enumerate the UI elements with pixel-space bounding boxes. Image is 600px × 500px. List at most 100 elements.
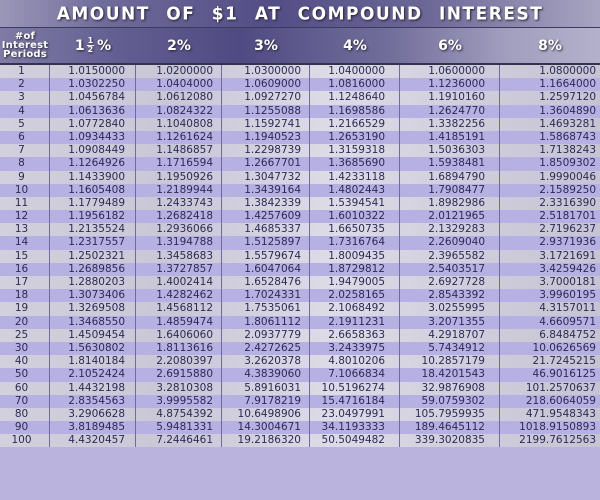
rate-8-cell: 4.3157011 xyxy=(539,302,596,315)
rate-4-cell: 7.1066834 xyxy=(310,368,400,382)
rate-8-cell: 3.1721691 xyxy=(539,249,596,262)
rate-2-cell: 2.2080397 xyxy=(136,355,222,369)
period-cell: 4 xyxy=(0,104,50,118)
rate-3-cell: 1.5125897 xyxy=(222,236,310,250)
rate-4-cell: 1.3685690 xyxy=(310,157,400,171)
rate-1-5-cell: 1.3073406 xyxy=(50,289,136,303)
table-row: 40 1.8140184 2.2080397 3.2620378 4.8010206 10… xyxy=(0,355,600,369)
rate-6-cell: 1.3382256 xyxy=(400,117,500,131)
rate-2-cell: 1.4859474 xyxy=(136,315,222,329)
rate-6-cell: 2.5403517 xyxy=(400,262,500,276)
rate-3-cell: 5.8916031 xyxy=(222,381,310,395)
rate-3-cell: 4.3839060 xyxy=(222,368,310,382)
rate-6-cell: 1.0600000 xyxy=(400,65,500,79)
rate-3-cell: 1.2298739 xyxy=(222,144,310,158)
table-row: 100 4.4320457 7.2446461 19.2186320 50.504948… xyxy=(0,434,600,448)
rate-8-cell: 1.4693281 xyxy=(539,117,596,130)
rate-3-cell: 1.7535061 xyxy=(222,302,310,316)
rate-6-cell: 1.1910160 xyxy=(400,91,500,105)
period-cell: 8 xyxy=(0,157,50,171)
rate-4-cell: 2.1911231 xyxy=(310,315,400,329)
rate-8-cell: 2.7196237 xyxy=(539,223,596,236)
rate-6-cell: 1.6894790 xyxy=(400,170,500,184)
rate-4-cell: 1.8009435 xyxy=(310,249,400,263)
rate-6-cell: 5.7434912 xyxy=(400,341,500,356)
rate-3-cell: 1.1940523 xyxy=(222,130,310,145)
period-cell: 70 xyxy=(0,394,50,408)
rate-2-cell: 1.1716594 xyxy=(136,157,222,171)
rate-3-cell: 1.0609000 xyxy=(222,78,310,92)
header-rate-6: 6% xyxy=(438,37,462,54)
header-rate-1-5: 1 1 2 % xyxy=(50,28,136,63)
period-cell: 10 xyxy=(0,183,50,197)
page-title: AMOUNT OF $1 AT COMPOUND INTEREST xyxy=(56,3,544,24)
rate-4-cell: 1.6010322 xyxy=(310,210,400,224)
rate-1-5-cell: 1.1605408 xyxy=(50,183,136,197)
fraction-denominator: 2 xyxy=(87,45,94,54)
rate-4-cell: 1.0816000 xyxy=(310,78,400,92)
rate-1-5-cell: 3.2906628 xyxy=(50,407,136,422)
header-rate-8: 8% xyxy=(538,37,562,54)
rate-1-5-cell: 1.0908449 xyxy=(50,144,136,158)
table-row: 4 1.0613636 1.0824322 1.1255088 1.1698586 1.2… xyxy=(0,104,600,118)
rate-2-cell: 7.2446461 xyxy=(136,434,222,448)
period-cell: 9 xyxy=(0,170,50,184)
rate-1-5-cell: 4.4320457 xyxy=(50,434,136,448)
rate-8-cell: 21.7245215 xyxy=(532,355,596,368)
table-header: #of Interest Periods 1 1 2 % 2% 3% 4% 6%… xyxy=(0,28,600,65)
table-row: 70 2.8354563 3.9995582 7.9178219 15.4716184 5… xyxy=(0,394,600,408)
rate-percent-sign: % xyxy=(97,37,112,54)
rate-6-cell: 1.1236000 xyxy=(400,78,500,92)
table-row: 14 1.2317557 1.3194788 1.5125897 1.7316764 2.… xyxy=(0,236,600,250)
table-row: 50 2.1052424 2.6915880 4.3839060 7.1066834 18… xyxy=(0,368,600,382)
rate-8-cell: 1.9990046 xyxy=(539,170,596,183)
rate-4-cell: 1.3159318 xyxy=(310,144,400,158)
rate-1-5-cell: 1.1779489 xyxy=(50,196,136,211)
rate-4-cell: 10.5196274 xyxy=(310,381,400,395)
table-row: 13 1.2135524 1.2936066 1.4685337 1.6650735 2.… xyxy=(0,223,600,237)
rate-4-cell: 3.2433975 xyxy=(310,341,400,356)
rate-3-cell: 19.2186320 xyxy=(222,434,310,448)
rate-1-5-cell: 1.0613636 xyxy=(50,104,136,118)
rate-8-cell: 2.5181701 xyxy=(539,210,596,223)
period-cell: 3 xyxy=(0,91,50,105)
table-row: 8 1.1264926 1.1716594 1.2667701 1.3685690 1.5… xyxy=(0,157,600,171)
rate-6-cell: 189.4645112 xyxy=(400,421,500,435)
rate-8-cell: 471.9548343 xyxy=(525,407,596,420)
header-periods: #of Interest Periods xyxy=(0,28,50,63)
rate-4-cell: 1.1248640 xyxy=(310,91,400,105)
rate-8-cell: 2.9371936 xyxy=(539,236,596,249)
rate-1-5-cell: 1.4509454 xyxy=(50,328,136,342)
rate-4-cell: 2.6658363 xyxy=(310,328,400,342)
rate-6-cell: 2.1329283 xyxy=(400,223,500,237)
rate-8-cell: 1.3604890 xyxy=(539,104,596,117)
table-row: 60 1.4432198 3.2810308 5.8916031 10.5196274 3… xyxy=(0,381,600,395)
rate-6-cell: 105.7959935 xyxy=(400,407,500,422)
rate-2-cell: 2.6915880 xyxy=(136,368,222,382)
rate-8-cell: 2199.7612563 xyxy=(519,434,596,447)
rate-4-cell: 4.8010206 xyxy=(310,355,400,369)
rate-4-cell: 1.2166529 xyxy=(310,117,400,131)
rate-8-cell: 46.9016125 xyxy=(532,368,596,381)
rate-1-5-cell: 1.1433900 xyxy=(50,170,136,184)
rate-8-cell: 101.2570637 xyxy=(525,381,596,394)
table-row: 19 1.3269508 1.4568112 1.7535061 2.1068492 3.… xyxy=(0,302,600,316)
title-bar: AMOUNT OF $1 AT COMPOUND INTEREST xyxy=(0,0,600,28)
rate-4-cell: 1.8729812 xyxy=(310,262,400,276)
rate-6-cell: 1.2624770 xyxy=(400,104,500,118)
period-cell: 60 xyxy=(0,381,50,395)
rate-1-5-cell: 1.3468550 xyxy=(50,315,136,329)
period-cell: 30 xyxy=(0,341,50,356)
rate-1-5-cell: 1.4432198 xyxy=(50,381,136,395)
header-rate-3: 3% xyxy=(254,37,278,54)
rate-4-cell: 1.2653190 xyxy=(310,130,400,145)
rate-3-cell: 1.4257609 xyxy=(222,210,310,224)
rate-8-cell: 3.9960195 xyxy=(539,289,596,302)
rate-1-5-cell: 1.0150000 xyxy=(50,65,136,79)
rate-whole: 1 xyxy=(74,37,85,54)
rate-8-cell: 3.4259426 xyxy=(539,262,596,275)
rate-8-cell: 4.6609571 xyxy=(539,315,596,328)
rate-2-cell: 1.4568112 xyxy=(136,302,222,316)
rate-4-cell: 1.5394541 xyxy=(310,196,400,211)
rate-2-cell: 1.2433743 xyxy=(136,196,222,211)
